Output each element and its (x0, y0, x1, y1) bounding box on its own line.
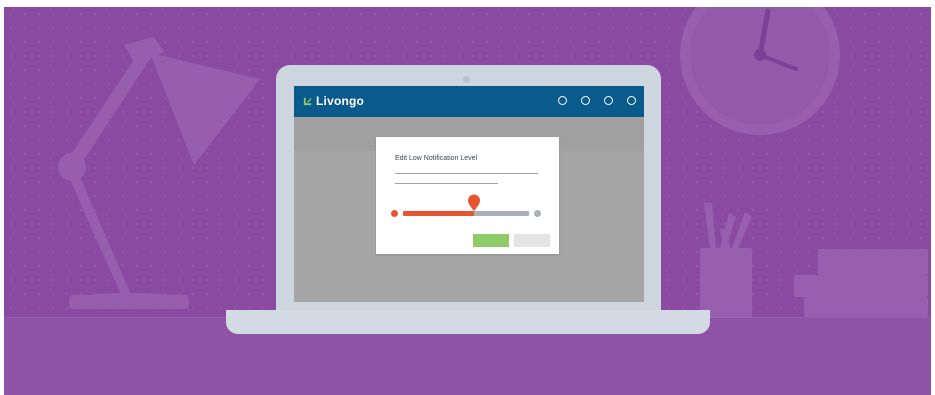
header-nav (558, 96, 636, 105)
laptop-base (226, 310, 710, 334)
app-header: Livongo (294, 86, 644, 117)
book-stack-icon (794, 249, 928, 317)
slider-fill (403, 211, 474, 216)
nav-dot-4[interactable] (627, 96, 636, 105)
brand-logo[interactable]: Livongo (303, 94, 364, 108)
notification-level-slider[interactable] (391, 194, 544, 227)
save-button[interactable] (473, 234, 509, 247)
slider-min-dot (391, 210, 398, 217)
desk-lamp-icon (58, 37, 260, 309)
edit-notification-dialog: Edit Low Notification Level (376, 137, 559, 254)
brand-name: Livongo (316, 94, 365, 108)
pencil-cup-icon (700, 203, 752, 318)
livongo-leaf-icon (303, 97, 312, 105)
wall-clock-icon (680, 7, 840, 135)
webcam-icon (463, 76, 470, 83)
slider-max-dot (534, 210, 541, 217)
nav-dot-2[interactable] (581, 96, 590, 105)
input-line-1[interactable] (395, 173, 538, 174)
nav-dot-1[interactable] (558, 96, 567, 105)
nav-dot-3[interactable] (604, 96, 613, 105)
cancel-button[interactable] (514, 234, 550, 247)
dialog-title: Edit Low Notification Level (395, 155, 478, 162)
slider-thumb-icon[interactable] (467, 194, 481, 212)
input-line-2[interactable] (395, 183, 498, 184)
